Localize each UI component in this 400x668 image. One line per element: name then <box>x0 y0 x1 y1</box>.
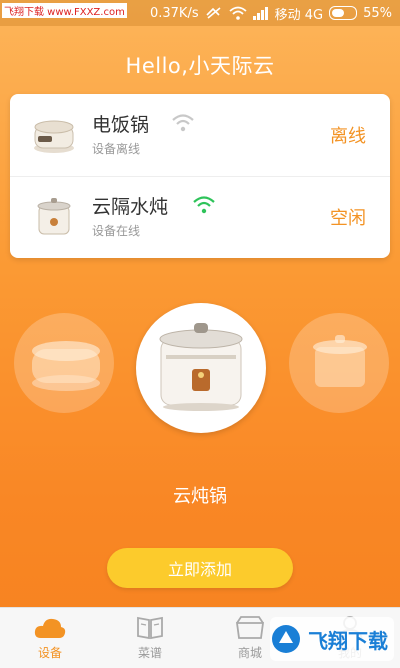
selected-product-name: 云炖锅 <box>173 486 227 507</box>
rice-cooker-image <box>32 341 100 391</box>
battery-icon <box>329 6 358 20</box>
rice-cooker-thumbnail <box>34 120 74 153</box>
nav-item-devices[interactable]: 设备 <box>20 614 80 666</box>
watermark-logo: 飞翔下载 <box>270 617 394 661</box>
device-list: 电饭锅 设备离线 离线 云隔水炖 设备在线 空闲 <box>10 94 390 258</box>
nav-label: 菜谱 <box>137 646 162 660</box>
add-device-button[interactable]: 立即添加 <box>107 548 293 588</box>
shop-icon <box>235 616 265 639</box>
device-row-rice-cooker[interactable]: 电饭锅 设备离线 离线 <box>10 94 390 177</box>
device-status: 设备在线 <box>92 224 141 238</box>
device-name: 云隔水炖 <box>92 196 169 218</box>
watermark-icon <box>272 625 300 653</box>
slow-cooker-image <box>313 335 367 387</box>
wifi-online-icon <box>193 196 215 214</box>
book-icon <box>137 616 163 640</box>
device-row-stew-pot[interactable]: 云隔水炖 设备在线 空闲 <box>10 176 390 258</box>
battery-percent: 55% <box>363 5 392 21</box>
carousel-item-stew-pot[interactable] <box>136 303 266 433</box>
status-bar: 15:30 飞翔下载 www.FXXZ.com 0.37K/s 移动 4G 55… <box>0 0 400 26</box>
mute-icon <box>206 7 221 19</box>
signal-icon <box>252 6 268 20</box>
carousel-item-rice-cooker[interactable] <box>14 313 114 413</box>
cloud-icon <box>34 618 66 638</box>
stew-pot-thumbnail <box>37 198 71 235</box>
carrier-label: 移动 4G <box>274 7 324 23</box>
watermark-banner: 飞翔下载 www.FXXZ.com <box>2 3 127 18</box>
watermark-text: 飞翔下载 <box>308 628 388 653</box>
device-state-offline: 离线 <box>330 126 366 147</box>
network-speed: 0.37K/s <box>149 5 199 21</box>
nav-item-recipes[interactable]: 菜谱 <box>120 614 180 666</box>
device-state-idle: 空闲 <box>330 208 366 229</box>
device-status: 设备离线 <box>92 142 141 156</box>
nav-label: 设备 <box>37 646 62 660</box>
device-name: 电饭锅 <box>92 114 150 136</box>
wifi-offline-icon <box>172 114 194 132</box>
stew-pot-image <box>159 323 243 411</box>
greeting-title: Hello,小天际云 <box>125 54 275 78</box>
carousel-item-slow-cooker[interactable] <box>289 313 389 413</box>
wifi-icon <box>229 6 247 20</box>
